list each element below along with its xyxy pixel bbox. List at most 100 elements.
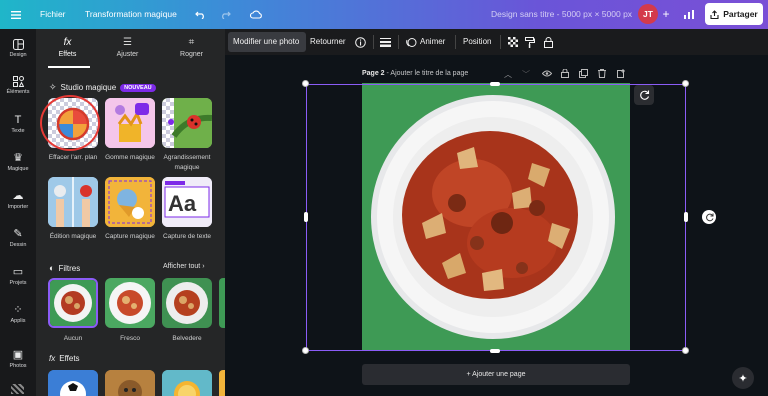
page-up-icon[interactable]: ︿ (504, 69, 512, 80)
edit-photo-button[interactable]: Modifier une photo (233, 29, 299, 55)
eye-icon[interactable] (542, 70, 552, 77)
tool-label-magic-expand: Agrandissement magique (163, 154, 211, 171)
share-icon (710, 9, 719, 19)
cloud-save-icon[interactable] (248, 7, 263, 22)
avatar[interactable]: JT (638, 4, 658, 24)
nav-apps[interactable]: ⁘ Applis (0, 304, 36, 324)
page-down-icon[interactable]: ﹀ (522, 69, 530, 80)
tab-crop[interactable]: ⌗ Rogner (160, 37, 223, 58)
selection-frame[interactable] (306, 84, 686, 351)
filters-see-all-link[interactable]: Afficher tout › (163, 263, 205, 270)
nav-projects[interactable]: ▭ Projets (0, 266, 36, 286)
filter-belvedere[interactable] (162, 278, 212, 328)
panel-tabs: fx Effets ☰ Ajuster ⌗ Rogner (36, 29, 225, 69)
animate-icon[interactable] (405, 36, 417, 48)
resize-handle-bl[interactable] (302, 347, 309, 354)
share-label: Partager (723, 9, 758, 19)
line-weight-icon[interactable] (378, 35, 392, 49)
nav-magic[interactable]: ♛ Magique (0, 152, 36, 172)
resize-handle-tr[interactable] (682, 80, 689, 87)
page-header: Page 2 - Ajouter le titre de la page (362, 70, 469, 77)
tool-magic-edit[interactable] (48, 177, 98, 227)
tab-effects[interactable]: fx Effets (36, 37, 99, 58)
replace-image-button[interactable] (634, 85, 654, 105)
more-pattern-icon[interactable] (11, 384, 24, 394)
resize-handle-bottom[interactable] (490, 349, 500, 353)
page-label: Page 2 (362, 70, 385, 77)
fx-icon: fx (63, 37, 72, 48)
magic-switch-menu[interactable]: Transformation magique (85, 0, 177, 29)
effect-tile-1[interactable] (48, 370, 98, 396)
hamburger-icon[interactable] (8, 7, 24, 22)
page-title-input[interactable]: Ajouter le titre de la page (390, 70, 468, 77)
tool-grab-text[interactable]: Aa (162, 177, 212, 227)
tool-label-remove-background: Effacer l'arr. plan (48, 154, 98, 161)
lock-icon[interactable] (542, 36, 554, 48)
tool-label-grab-text: Capture de texte (162, 233, 212, 240)
tool-magic-expand[interactable] (162, 98, 212, 148)
rotate-icon (705, 213, 713, 221)
redo-icon[interactable] (218, 7, 233, 22)
share-button[interactable]: Partager (705, 3, 763, 25)
elements-icon (0, 76, 36, 87)
tool-magic-grab[interactable] (105, 177, 155, 227)
transparency-icon[interactable] (507, 36, 519, 48)
upload-icon: ☁ (12, 190, 24, 202)
magic-assistant-icon[interactable]: ✦ (732, 367, 754, 389)
nav-draw[interactable]: ✎ Dessin (0, 228, 36, 248)
design-title[interactable]: Design sans titre - 5000 px × 5000 px (491, 0, 632, 29)
resize-handle-br[interactable] (682, 347, 689, 354)
filter-fresco[interactable] (105, 278, 155, 328)
effect-tile-3[interactable] (162, 370, 212, 396)
filter-none[interactable] (48, 278, 98, 328)
top-bar: Fichier Transformation magique Design sa… (0, 0, 768, 29)
folder-icon: ▭ (12, 266, 24, 278)
crop-icon: ⌗ (188, 37, 195, 48)
nav-photos[interactable]: ▣ Photos (0, 349, 36, 369)
animate-button[interactable]: Animer (420, 29, 445, 55)
refresh-icon (639, 90, 649, 100)
toolbar-divider (373, 35, 374, 49)
toolbar-divider (455, 35, 456, 49)
studio-magic-title: ✧ Studio magique NOUVEAU (49, 82, 156, 93)
add-page-button[interactable]: + Ajouter une page (362, 364, 630, 385)
resize-handle-tl[interactable] (302, 80, 309, 87)
left-nav: Design Éléments T Texte ♛ Magique ☁ Impo… (0, 29, 36, 396)
analytics-icon[interactable] (680, 6, 698, 23)
rotate-handle[interactable] (702, 210, 716, 224)
nav-design[interactable]: Design (0, 39, 36, 58)
fx-small-icon: fx (49, 354, 56, 363)
sliders-icon: ☰ (123, 37, 132, 48)
undo-icon[interactable] (193, 7, 208, 22)
add-collaborator-icon[interactable]: + (659, 7, 673, 21)
resize-handle-left[interactable] (304, 212, 308, 222)
effect-tile-2[interactable] (105, 370, 155, 396)
file-menu[interactable]: Fichier (40, 0, 66, 29)
page-lock-icon[interactable] (561, 69, 569, 78)
add-page-icon[interactable] (617, 69, 626, 78)
tab-adjust[interactable]: ☰ Ajuster (96, 37, 159, 58)
photos-icon: ▣ (12, 349, 24, 361)
nav-text[interactable]: T Texte (0, 114, 36, 134)
resize-handle-top[interactable] (490, 82, 500, 86)
duplicate-page-icon[interactable] (579, 69, 588, 78)
highlight-circle (40, 95, 100, 151)
tool-label-magic-eraser: Gomme magique (105, 154, 155, 161)
text-icon: T (14, 114, 22, 126)
tool-label-magic-edit: Édition magique (49, 233, 97, 240)
filter-label-fresco: Fresco (120, 335, 140, 342)
nav-upload[interactable]: ☁ Importer (0, 190, 36, 210)
flip-button[interactable]: Retourner (310, 29, 346, 55)
tool-magic-eraser[interactable] (105, 98, 155, 148)
nav-elements[interactable]: Éléments (0, 76, 36, 95)
resize-handle-right[interactable] (684, 212, 688, 222)
filter-label-belvedere: Belvedere (172, 335, 202, 342)
paint-roller-icon[interactable] (524, 36, 536, 48)
edit-panel: fx Effets ☰ Ajuster ⌗ Rogner ✧ Studio ma… (36, 29, 225, 396)
new-badge: NOUVEAU (120, 83, 156, 92)
info-icon[interactable] (353, 35, 367, 49)
position-button[interactable]: Position (463, 29, 491, 55)
svg-text:Aa: Aa (168, 191, 197, 216)
delete-page-icon[interactable] (598, 69, 606, 78)
filters-title: ◐ Filtres (49, 263, 81, 273)
